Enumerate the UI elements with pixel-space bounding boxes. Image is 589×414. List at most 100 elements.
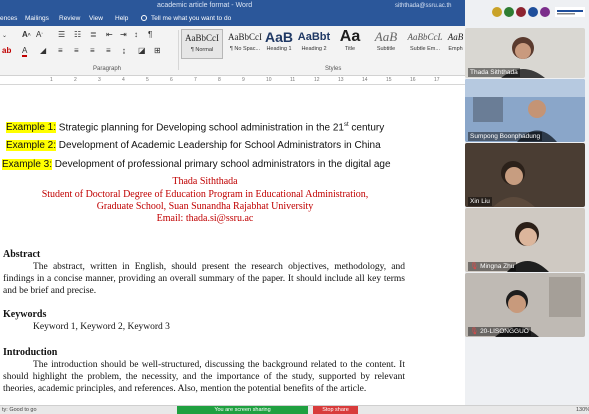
style-normal[interactable]: AaBbCcI ¶ Normal <box>181 29 223 59</box>
ruler-number: 2 <box>74 77 77 83</box>
account-name[interactable]: siththada@ssru.ac.th <box>395 0 451 12</box>
participant-name-2: Sumpong Boonphadung <box>468 132 543 141</box>
abstract-heading: Abstract <box>3 249 41 260</box>
style-title[interactable]: Aa Title <box>333 29 367 59</box>
video-tile-2[interactable]: Sumpong Boonphadung <box>465 79 585 142</box>
multilevel-list-icon[interactable]: ≣ <box>90 30 97 40</box>
status-bar: ty: Good to go You are screen sharing St… <box>0 405 589 414</box>
example-2-text: Development of Academic Leadership for S… <box>56 140 381 151</box>
keywords-heading: Keywords <box>3 309 47 320</box>
ruler-number: 10 <box>266 77 272 83</box>
justify-icon[interactable]: ≡ <box>106 46 111 56</box>
screen-sharing-banner: You are screen sharing <box>177 406 308 414</box>
participants-panel: Thada Siththada Sumpong Boonphadung Xin … <box>465 0 589 405</box>
numbering-icon[interactable]: ☷ <box>74 30 81 40</box>
align-right-icon[interactable]: ≡ <box>90 46 95 56</box>
ruler-number: 1 <box>50 77 53 83</box>
mic-muted-icon: 🎙 <box>470 263 481 270</box>
author-email: Email: thada.si@ssru.ac <box>156 213 254 224</box>
ruler-number: 11 <box>290 77 296 83</box>
example-3-tag: Example 3: <box>2 159 53 170</box>
video-tile-5[interactable]: 🎙 20-LISONGGUO <box>465 273 585 337</box>
align-center-icon[interactable]: ≡ <box>74 46 79 56</box>
stop-share-button[interactable]: Stop share <box>313 406 358 414</box>
ruler-number: 6 <box>170 77 173 83</box>
horizontal-ruler[interactable]: 1 2 3 4 5 6 7 8 9 10 11 12 13 14 15 16 17 <box>0 76 465 85</box>
grow-font-icon[interactable]: A^ <box>22 30 31 41</box>
ruler-number: 12 <box>314 77 320 83</box>
introduction-body: The introduction should be well-structur… <box>3 360 405 394</box>
logos-graphic <box>492 7 585 17</box>
zoom-level[interactable]: 130% <box>576 406 589 414</box>
ruler-number: 5 <box>146 77 149 83</box>
example-2-tag: Example 2: <box>6 140 57 151</box>
ruler-number: 7 <box>194 77 197 83</box>
increase-indent-icon[interactable]: ⇥ <box>120 30 127 40</box>
tab-review[interactable]: Review <box>59 12 80 26</box>
example-3-line: Example 3: Development of professional p… <box>2 159 465 170</box>
video-tile-1[interactable]: Thada Siththada <box>465 28 585 78</box>
ruler-number: 14 <box>362 77 368 83</box>
example-3-text: Development of professional primary scho… <box>52 159 391 170</box>
participant-name-4: 🎙 Mingna Zhu <box>468 262 517 271</box>
bullets-icon[interactable]: ☰ <box>58 30 65 40</box>
show-formatting-icon[interactable]: ¶ <box>148 30 152 40</box>
title-bar: academic article format - Word siththada… <box>0 0 465 12</box>
ruler-number: 3 <box>98 77 101 83</box>
tab-help[interactable]: Help <box>115 12 128 26</box>
affiliation-line-2: Graduate School, Suan Sunandha Rajabhat … <box>96 201 314 212</box>
introduction-heading: Introduction <box>3 347 58 358</box>
font-color-icon[interactable]: A <box>22 46 28 57</box>
ribbon-divider <box>178 30 179 70</box>
video-tile-3[interactable]: Xin Liu <box>465 143 585 207</box>
ruler-number: 16 <box>410 77 416 83</box>
participant-name-3: Xin Liu <box>468 197 492 206</box>
example-2-line: Example 2: Development of Academic Leade… <box>6 140 465 151</box>
tab-mailings[interactable]: Mailings <box>25 12 49 26</box>
ribbon-tabs: ences Mailings Review View Help Tell me … <box>0 12 465 26</box>
ruler-number: 17 <box>434 77 440 83</box>
line-spacing-icon[interactable]: ↨ <box>122 46 126 56</box>
university-logos <box>467 2 589 28</box>
sort-icon[interactable]: ↕ <box>134 30 138 40</box>
participant-name-5: 🎙 20-LISONGGUO <box>468 327 531 336</box>
example-1-line: Example 1: Strategic planning for Develo… <box>6 122 465 134</box>
style-no-spacing[interactable]: AaBbCcI ¶ No Spac... <box>224 29 266 59</box>
tab-view[interactable]: View <box>89 12 103 26</box>
tab-references[interactable]: ences <box>0 12 17 26</box>
example-1-tag: Example 1: <box>6 122 57 134</box>
borders-icon[interactable]: ⊞ <box>154 46 161 56</box>
tell-me-search[interactable]: Tell me what you want to do <box>141 12 231 26</box>
affiliation-line-1: Student of Doctoral Degree of Education … <box>41 189 369 200</box>
paragraph-shading-icon[interactable]: ◪ <box>138 46 146 56</box>
lightbulb-icon <box>141 15 147 21</box>
ruler-number: 15 <box>386 77 392 83</box>
paragraph-group-label: Paragraph <box>93 66 122 72</box>
align-left-icon[interactable]: ≡ <box>58 46 63 56</box>
example-1-text: Strategic planning for Developing school… <box>56 122 344 134</box>
ruler-number: 13 <box>338 77 344 83</box>
ruler-number: 4 <box>122 77 125 83</box>
participant-name-1: Thada Siththada <box>468 68 520 77</box>
style-heading-1[interactable]: AaB Heading 1 <box>262 29 296 59</box>
example-1-tail: century <box>348 122 385 134</box>
style-emphasis[interactable]: AaB Emph <box>446 29 465 59</box>
font-size-box[interactable]: ⌄ <box>2 30 7 41</box>
style-heading-2[interactable]: AaBbt Heading 2 <box>297 29 331 59</box>
author-name: Thada Siththada <box>172 176 238 187</box>
keywords-body: Keyword 1, Keyword 2, Keyword 3 <box>33 322 170 332</box>
document-page[interactable]: Example 1: Strategic planning for Develo… <box>0 85 465 405</box>
document-title: academic article format - Word <box>157 2 253 9</box>
ruler-number: 8 <box>218 77 221 83</box>
mic-muted-icon: 🎙 <box>470 328 481 335</box>
decrease-indent-icon[interactable]: ⇤ <box>106 30 113 40</box>
abstract-body: The abstract, written in English, should… <box>3 262 405 296</box>
accessibility-status[interactable]: ty: Good to go <box>2 406 37 414</box>
style-subtle-emphasis[interactable]: AaBbCcL Subtle Em... <box>405 29 445 59</box>
style-subtitle[interactable]: AaB Subtitle <box>369 29 403 59</box>
video-tile-4[interactable]: 🎙 Mingna Zhu <box>465 208 585 272</box>
tell-me-label: Tell me what you want to do <box>151 15 232 22</box>
text-highlight-icon[interactable]: ab <box>2 46 11 56</box>
shrink-font-icon[interactable]: Aˇ <box>36 30 43 41</box>
shading-icon[interactable]: ◢ <box>40 46 46 56</box>
